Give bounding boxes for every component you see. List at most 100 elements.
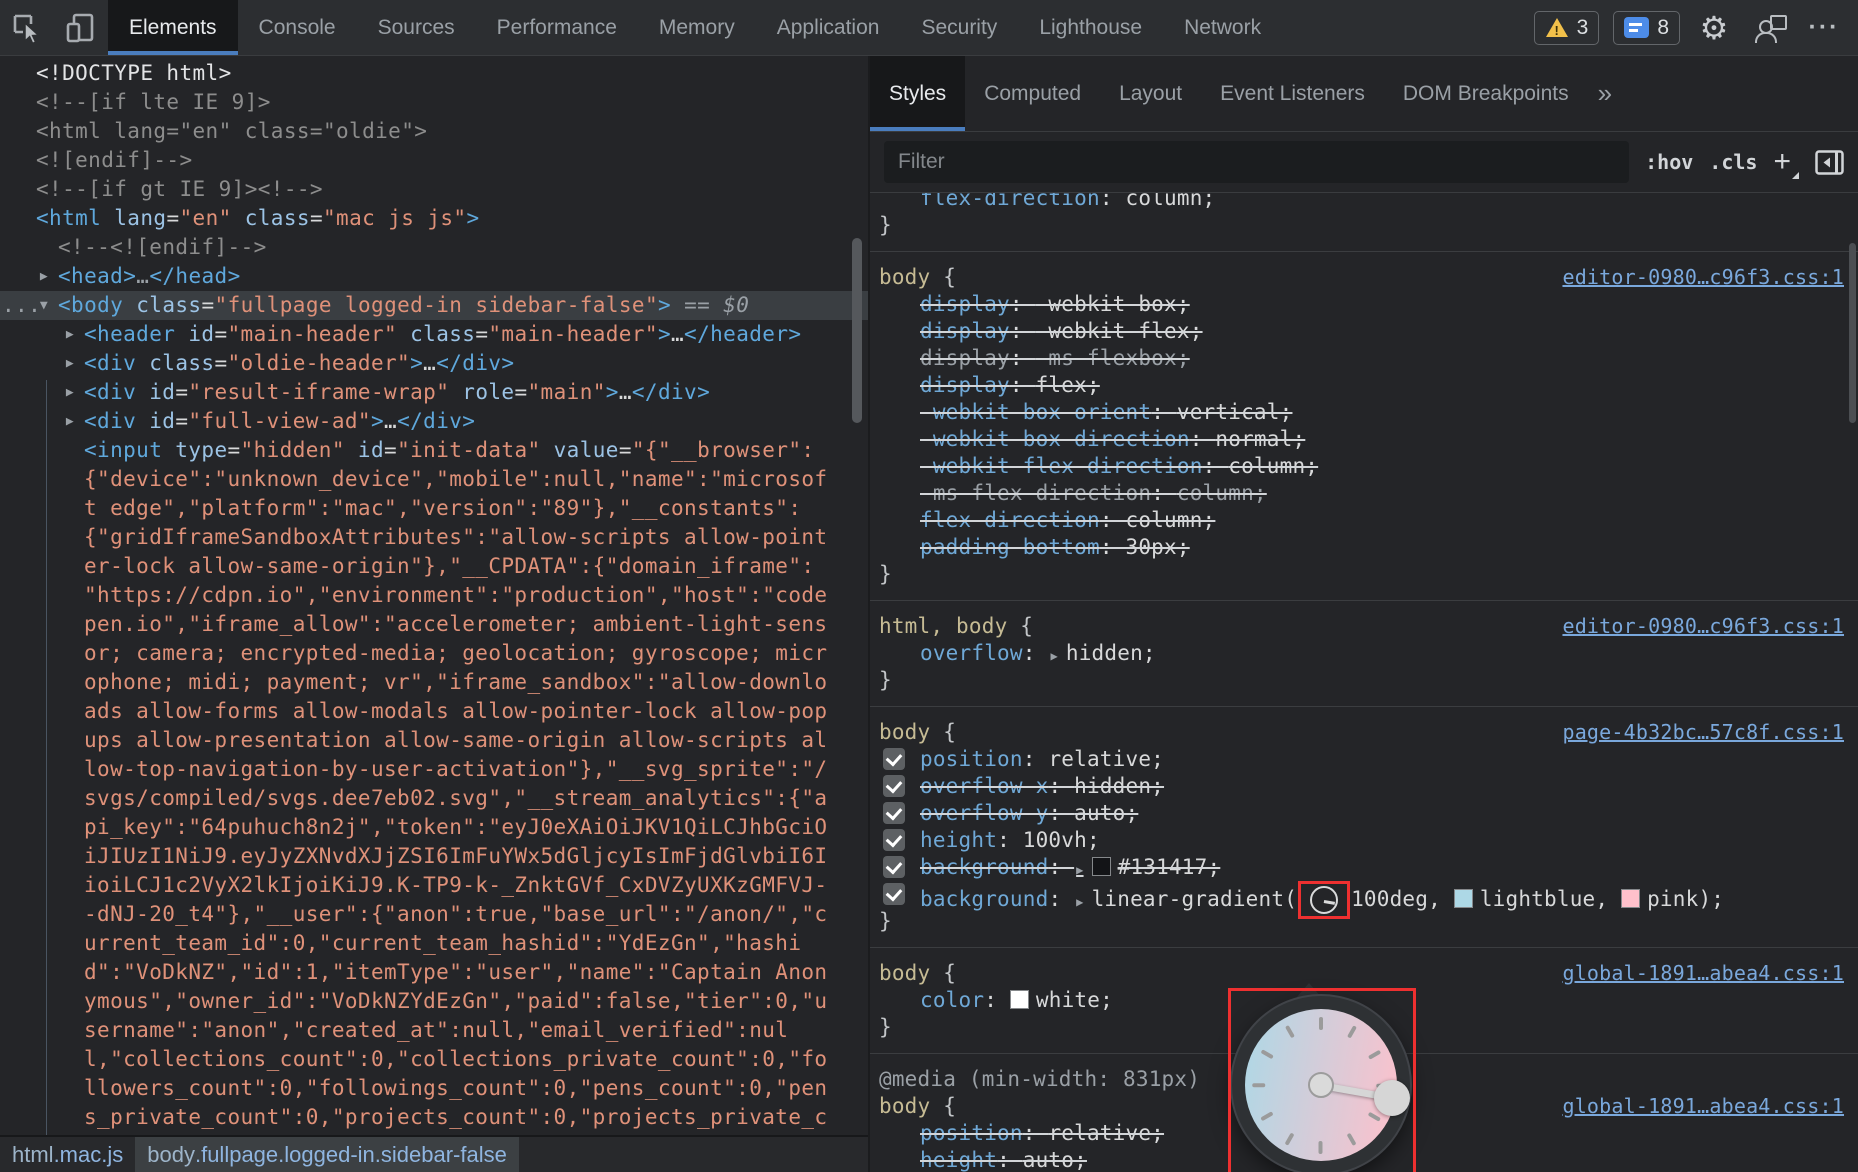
property-checkbox[interactable]	[883, 802, 905, 824]
stylesheet-link[interactable]: editor-0980…c96f3.css:1	[1562, 264, 1844, 291]
feedback-button[interactable]	[1748, 13, 1792, 43]
settings-button[interactable]: ⚙	[1694, 12, 1734, 44]
dom-tree-row[interactable]: ▶<div id="full-view-ad">…</div>	[0, 407, 868, 436]
dom-tree-row[interactable]: svgs/compiled/svgs.dee7eb02.svg","__stre…	[0, 784, 868, 813]
device-toolbar-button[interactable]	[54, 0, 108, 55]
dom-tree-row[interactable]: pen.io","iframe_allow":"accelerometer; a…	[0, 610, 868, 639]
stylesheet-link[interactable]: global-1891…abea4.css:1	[1562, 1093, 1844, 1120]
dom-tree-row[interactable]: ophone; midi; payment; vr","iframe_sandb…	[0, 668, 868, 697]
dom-tree-row[interactable]: ▶<div id="result-iframe-wrap" role="main…	[0, 378, 868, 407]
dom-tree-row[interactable]: <input type="hidden" id="init-data" valu…	[0, 436, 868, 465]
dom-tree-row[interactable]: ads allow-forms allow-modals allow-point…	[0, 697, 868, 726]
dom-tree-row[interactable]: {"gridIframeSandboxAttributes":"allow-sc…	[0, 523, 868, 552]
tab-performance[interactable]: Performance	[476, 0, 638, 55]
sidebar-tab-event-listeners[interactable]: Event Listeners	[1201, 56, 1384, 131]
dom-tree-row[interactable]: sername":"anon","created_at":null,"email…	[0, 1016, 868, 1045]
tab-security[interactable]: Security	[900, 0, 1018, 55]
disclosure-triangle-icon[interactable]: ▶	[1076, 863, 1083, 877]
dom-tree-row[interactable]: or; camera; encrypted-media; geolocation…	[0, 639, 868, 668]
tab-elements[interactable]: Elements	[108, 0, 238, 55]
dom-tree-row[interactable]: llowers_count":0,"followings_count":0,"p…	[0, 1074, 868, 1103]
dom-tree-row[interactable]: <html lang="en" class="oldie">	[0, 117, 868, 146]
css-property[interactable]: background: ▶#131417;	[870, 854, 1858, 881]
tab-overflow-chevron-icon[interactable]: »	[1588, 56, 1622, 131]
property-checkbox[interactable]	[883, 829, 905, 851]
dom-tree-row[interactable]: "https://cdpn.io","environment":"product…	[0, 581, 868, 610]
rule-selector[interactable]: body	[879, 961, 930, 985]
tab-application[interactable]: Application	[756, 0, 901, 55]
sidebar-tab-layout[interactable]: Layout	[1100, 56, 1201, 131]
new-style-rule-button[interactable]: +	[1773, 147, 1799, 177]
collapse-arrow-icon[interactable]: ▼	[33, 291, 55, 320]
dom-tree-row[interactable]: t edge","platform":"mac","version":"89"}…	[0, 494, 868, 523]
dom-tree-row[interactable]: iJIUzI1NiJ9.eyJyZXNvdXJjZSI6ImFuYWx5dGlj…	[0, 842, 868, 871]
dom-tree-row[interactable]: er-lock allow-same-origin"},"__CPDATA":{…	[0, 552, 868, 581]
dom-tree-row[interactable]: <!--[if lte IE 9]>	[0, 88, 868, 117]
breadcrumb-html[interactable]: html.mac.js	[0, 1137, 135, 1172]
stylesheet-link[interactable]: page-4b32bc…57c8f.css:1	[1562, 719, 1844, 746]
property-checkbox[interactable]	[883, 856, 905, 878]
css-property[interactable]: -webkit-flex-direction: column;	[870, 453, 1858, 480]
color-swatch[interactable]	[1454, 889, 1473, 908]
tab-sources[interactable]: Sources	[357, 0, 476, 55]
inspect-element-button[interactable]	[0, 0, 54, 55]
elements-scrollbar-thumb[interactable]	[852, 238, 862, 423]
dom-tree-row[interactable]: ▶<head>…</head>	[0, 262, 868, 291]
dom-tree-row[interactable]: ymous","owner_id":"VoDkNZYdEzGn","paid":…	[0, 987, 868, 1016]
css-property[interactable]: -ms-flex-direction: column;	[870, 480, 1858, 507]
dom-tree-row[interactable]: <!--[if gt IE 9]><!-->	[0, 175, 868, 204]
dom-tree-row[interactable]: d":"VoDkNZ","id":1,"itemType":"user","na…	[0, 958, 868, 987]
dom-tree-row[interactable]: -dNJ-20_t4"},"__user":{"anon":true,"base…	[0, 900, 868, 929]
disclosure-triangle-icon[interactable]: ▶	[1050, 649, 1057, 663]
toggle-element-state-button[interactable]: :hov	[1645, 150, 1693, 174]
css-property[interactable]: flex-direction: column;	[870, 193, 1858, 212]
dom-tree-row[interactable]: <html lang="en" class="mac js js">	[0, 204, 868, 233]
property-checkbox[interactable]	[883, 883, 905, 905]
css-property[interactable]: display: -ms-flexbox;	[870, 345, 1858, 372]
stylesheet-link[interactable]: global-1891…abea4.css:1	[1562, 960, 1844, 987]
dom-tree-row[interactable]: urrent_team_id":0,"current_team_hashid":…	[0, 929, 868, 958]
breadcrumb-body[interactable]: body.fullpage.logged-in.sidebar-false	[135, 1137, 519, 1172]
rule-selector[interactable]: body	[879, 265, 930, 289]
css-property[interactable]: overflow-y: auto;	[870, 800, 1858, 827]
styles-scrollbar-thumb[interactable]	[1849, 243, 1856, 423]
css-property[interactable]: position: relative;	[870, 746, 1858, 773]
rule-selector[interactable]: html, body	[879, 614, 1007, 638]
css-property[interactable]: display: flex;	[870, 372, 1858, 399]
tab-memory[interactable]: Memory	[638, 0, 756, 55]
property-checkbox[interactable]	[883, 748, 905, 770]
expand-arrow-icon[interactable]: ▶	[59, 320, 81, 349]
expand-arrow-icon[interactable]: ▶	[59, 407, 81, 436]
css-property[interactable]: -webkit-box-direction: normal;	[870, 426, 1858, 453]
css-property[interactable]: flex-direction: column;	[870, 507, 1858, 534]
dom-tree-row[interactable]: ount":0},"__firebase":{"config":{"apiKey…	[0, 1132, 868, 1135]
dom-tree-row[interactable]: <!--<![endif]-->	[0, 233, 868, 262]
dom-tree-row[interactable]: {"device":"unknown_device","mobile":null…	[0, 465, 868, 494]
warnings-badge[interactable]: ! 3	[1534, 11, 1600, 45]
sidebar-tab-computed[interactable]: Computed	[965, 56, 1100, 131]
expand-arrow-icon[interactable]: ▶	[59, 349, 81, 378]
styles-filter-input[interactable]	[884, 141, 1629, 183]
tab-console[interactable]: Console	[238, 0, 357, 55]
color-swatch[interactable]	[1621, 889, 1640, 908]
expand-arrow-icon[interactable]: ▶	[33, 262, 55, 291]
disclosure-triangle-icon[interactable]: ▶	[1076, 895, 1083, 909]
toggle-sidebar-icon[interactable]	[1815, 150, 1844, 175]
dom-tree-row[interactable]: l,"collections_count":0,"collections_pri…	[0, 1045, 868, 1074]
angle-clock-icon[interactable]	[1310, 886, 1338, 914]
dom-tree-row[interactable]: low-top-navigation-by-user-activation"},…	[0, 755, 868, 784]
color-swatch[interactable]	[1010, 990, 1029, 1009]
dom-tree-row[interactable]: ▶<header id="main-header" class="main-he…	[0, 320, 868, 349]
dom-tree-row[interactable]: ...▼<body class="fullpage logged-in side…	[0, 291, 868, 320]
more-options-button[interactable]: ···	[1806, 13, 1842, 42]
dom-tree-row[interactable]: <!DOCTYPE html>	[0, 59, 868, 88]
dom-tree-row[interactable]: ioiLCJ1c2VyX2lkIjoiKiJ9.K-TP9-k-_ZnktGVf…	[0, 871, 868, 900]
color-swatch[interactable]	[1092, 857, 1111, 876]
dom-tree-row[interactable]: <![endif]-->	[0, 146, 868, 175]
css-property[interactable]: overflow-x: hidden;	[870, 773, 1858, 800]
css-property[interactable]: height: 100vh;	[870, 827, 1858, 854]
stylesheet-link[interactable]: editor-0980…c96f3.css:1	[1562, 613, 1844, 640]
sidebar-tab-dom-breakpoints[interactable]: DOM Breakpoints	[1384, 56, 1588, 131]
tab-network[interactable]: Network	[1163, 0, 1282, 55]
dom-tree-row[interactable]: pi_key":"64puhuch8n2j","token":"eyJ0eXAi…	[0, 813, 868, 842]
